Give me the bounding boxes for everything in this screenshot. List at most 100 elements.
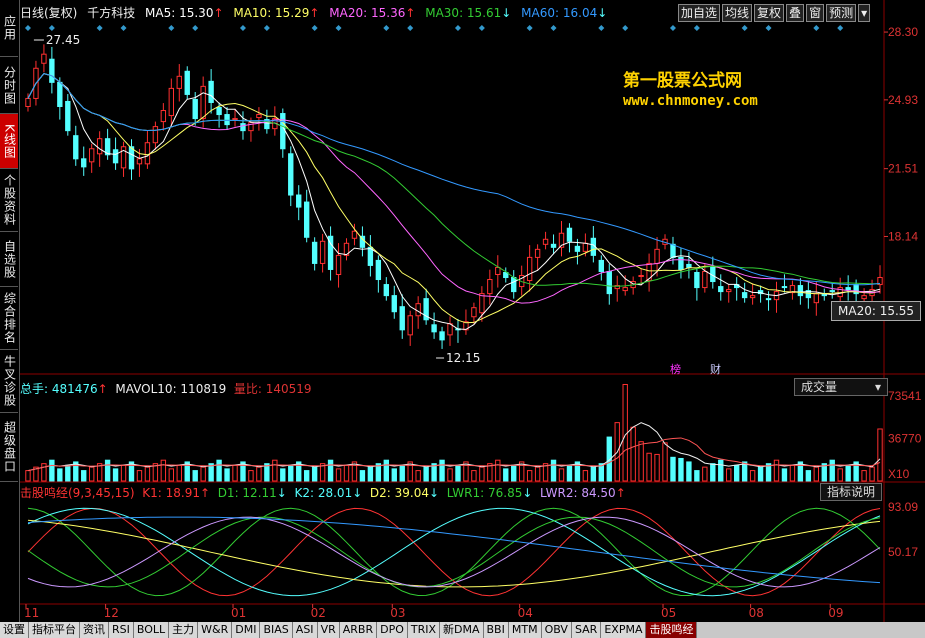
event-marker-icon <box>813 25 820 31</box>
volume-bar <box>678 457 684 482</box>
tab-17[interactable]: OBV <box>541 622 572 638</box>
volume-bar <box>622 383 628 482</box>
price-tick-label: 21.51 <box>888 162 918 176</box>
volume-bar <box>741 461 748 482</box>
candle <box>495 266 501 275</box>
header-buttons: 加自选 均线 复权 叠 窗 预测 ▾ <box>678 4 871 22</box>
tab-1[interactable]: 指标平台 <box>29 622 80 638</box>
candle <box>654 248 660 264</box>
period-mode[interactable]: 日线(复权) <box>20 4 77 21</box>
tab-20[interactable]: 击股鸣经 <box>646 622 698 638</box>
tab-11[interactable]: ARBR <box>339 622 378 638</box>
tab-9[interactable]: ASI <box>292 622 318 638</box>
indicator-line-4 <box>27 516 881 588</box>
indicator-help-button[interactable]: 指标说明 <box>820 483 883 501</box>
volume-bar <box>168 468 175 482</box>
candle <box>598 259 605 272</box>
forecast-button[interactable]: 预测 <box>826 4 857 22</box>
tab-13[interactable]: TRIX <box>407 622 441 638</box>
volume-bar <box>853 461 859 482</box>
volume-bar <box>479 466 485 482</box>
candle <box>224 114 230 126</box>
candle <box>726 289 732 293</box>
indicator-tick-label: 50.17 <box>888 545 918 559</box>
candle <box>431 324 437 333</box>
sidebar-item-1[interactable]: 分时图 <box>0 57 18 114</box>
tab-16[interactable]: MTM <box>508 622 542 638</box>
volume-bar <box>112 468 119 482</box>
mavol-label: MAVOL10: 110819 <box>115 382 227 396</box>
adjust-button[interactable]: 复权 <box>754 4 785 22</box>
candle <box>375 259 382 281</box>
time-tick-label: 09 <box>828 606 843 620</box>
k1-label: K1: 18.91 <box>142 486 200 500</box>
volume-bar <box>65 464 71 482</box>
tab-3[interactable]: RSI <box>109 622 134 638</box>
window-button[interactable]: 窗 <box>806 4 825 22</box>
sidebar-item-0[interactable]: 应用 <box>0 0 18 57</box>
ma20-up-arrow-icon: ↑ <box>405 6 416 20</box>
candle <box>781 286 788 289</box>
candle <box>622 287 628 292</box>
add-favorite-button[interactable]: 加自选 <box>678 4 721 22</box>
d2-down-arrow-icon: ↓ <box>429 486 440 500</box>
sidebar-item-3[interactable]: 个股资料 <box>0 169 18 232</box>
candle <box>311 241 318 264</box>
tab-14[interactable]: 新DMA <box>440 622 484 638</box>
indicator-line-6 <box>27 516 881 584</box>
candle <box>702 270 708 289</box>
sidebar-item-7[interactable]: 超级盘口 <box>0 413 18 482</box>
tab-7[interactable]: DMI <box>232 622 261 638</box>
candle <box>845 287 851 291</box>
low-annotation: 12.15 <box>446 351 480 365</box>
k1-up-arrow-icon: ↑ <box>199 486 211 500</box>
event-marker-icon <box>837 25 844 31</box>
tab-12[interactable]: DPO <box>377 622 408 638</box>
sidebar-item-2[interactable]: K线图 <box>0 114 18 169</box>
volume-bar <box>88 466 95 482</box>
overlay-button[interactable]: 叠 <box>786 4 805 22</box>
price-tick-label: 24.93 <box>888 93 918 107</box>
candle <box>566 227 573 242</box>
header-dropdown-icon[interactable]: ▾ <box>858 4 871 22</box>
tab-8[interactable]: BIAS <box>260 622 293 638</box>
volume-dropdown[interactable]: 成交量 ▾ <box>794 378 888 396</box>
tab-5[interactable]: 主力 <box>169 622 199 638</box>
sidebar-item-5[interactable]: 综合排名 <box>0 287 18 350</box>
tab-10[interactable]: VR <box>317 622 340 638</box>
rank-marker: 榜 <box>670 362 681 376</box>
event-marker-icon <box>24 25 31 31</box>
volume-bar <box>495 459 501 482</box>
candle <box>861 295 867 300</box>
volume-header: 总手: 481476↑ MAVOL10: 110819 量比: 140519 <box>20 380 312 397</box>
candle <box>415 303 421 317</box>
tab-18[interactable]: SAR <box>571 622 602 638</box>
volume-bar <box>232 464 238 482</box>
tab-2[interactable]: 资讯 <box>80 622 109 638</box>
volume-bar <box>630 426 636 482</box>
volume-bar <box>861 470 867 482</box>
ma-button[interactable]: 均线 <box>722 4 753 22</box>
tab-4[interactable]: BOLL <box>133 622 170 638</box>
tab-19[interactable]: EXPMA <box>601 622 647 638</box>
event-marker-icon <box>765 25 772 31</box>
sidebar-item-4[interactable]: 自选股 <box>0 232 18 287</box>
volume-bar <box>582 470 589 482</box>
candle <box>542 238 549 245</box>
event-marker-icon <box>693 25 700 31</box>
tab-6[interactable]: W&R <box>198 622 233 638</box>
candle <box>319 240 326 264</box>
k2-down-arrow-icon: ↓ <box>352 486 363 500</box>
candle <box>200 85 206 120</box>
ma10-up-arrow-icon: ↑ <box>309 6 320 20</box>
sidebar-item-6[interactable]: 牛叉诊股 <box>0 350 18 413</box>
volume-bar <box>518 461 525 482</box>
tab-15[interactable]: BBI <box>483 622 509 638</box>
volume-bar <box>726 468 732 482</box>
candle <box>41 53 47 64</box>
candle <box>797 285 804 297</box>
volume-bar <box>869 466 875 482</box>
volume-bar <box>781 468 788 482</box>
tab-0[interactable]: 设置 <box>0 622 29 638</box>
ma60-label: MA60: 16.04 <box>521 6 598 20</box>
